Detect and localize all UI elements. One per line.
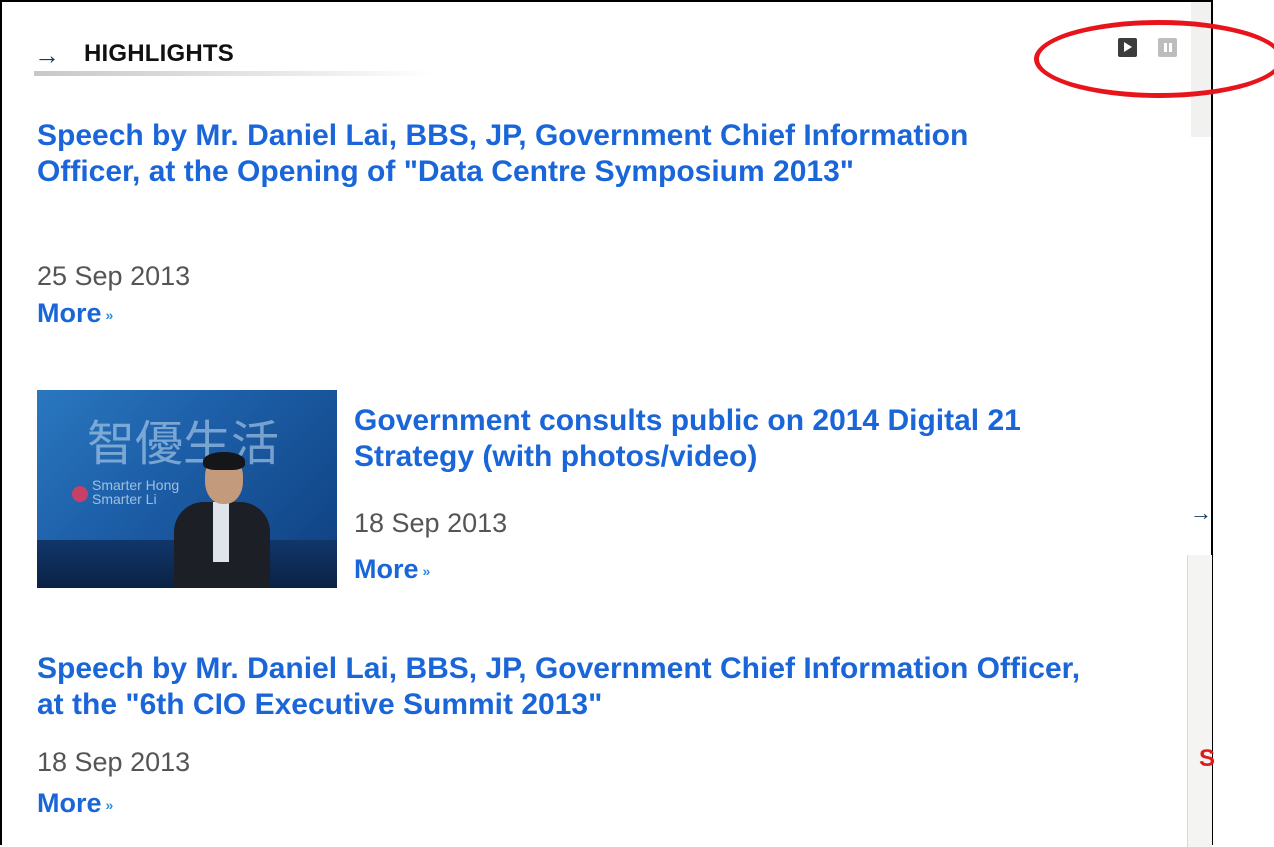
news-item: Government consults public on 2014 Digit…	[354, 403, 1134, 584]
section-title: HIGHLIGHTS	[84, 40, 234, 67]
double-chevron-icon: »	[105, 307, 114, 323]
annotation-ring	[1034, 20, 1274, 98]
news-headline-link[interactable]: Speech by Mr. Daniel Lai, BBS, JP, Gover…	[37, 118, 997, 190]
adjacent-panel-arrow-icon: →	[1190, 500, 1212, 525]
adjacent-panel-bottom	[1187, 555, 1212, 847]
header-underline	[34, 71, 434, 76]
adjacent-panel-letter: S	[1199, 745, 1216, 772]
more-link[interactable]: More»	[37, 298, 113, 330]
double-chevron-icon: »	[422, 563, 431, 579]
right-arrow-icon: →	[34, 40, 60, 70]
news-date: 25 Sep 2013	[37, 261, 191, 291]
news-date: 18 Sep 2013	[354, 508, 508, 538]
thumbnail-chinese-text: 智優生活	[87, 416, 280, 472]
thumbnail-english-text: Smarter Hong Smarter Li	[92, 477, 180, 507]
news-item: Speech by Mr. Daniel Lai, BBS, JP, Gover…	[37, 651, 1137, 818]
section-header: → HIGHLIGHTS	[34, 32, 434, 77]
more-link[interactable]: More»	[354, 554, 430, 586]
more-link[interactable]: More»	[37, 788, 113, 820]
news-item: Speech by Mr. Daniel Lai, BBS, JP, Gover…	[37, 118, 1137, 328]
thumbnail-person-hair	[203, 452, 245, 470]
thumbnail-person-shirt	[213, 502, 229, 562]
news-thumbnail[interactable]: 智優生活 Smarter Hong Smarter Li	[37, 390, 337, 588]
news-headline-link[interactable]: Government consults public on 2014 Digit…	[354, 403, 1134, 475]
more-label[interactable]: More	[37, 298, 102, 328]
thumbnail-dot	[72, 486, 88, 502]
more-label[interactable]: More	[354, 554, 419, 584]
double-chevron-icon: »	[105, 797, 114, 813]
news-headline-link[interactable]: Speech by Mr. Daniel Lai, BBS, JP, Gover…	[37, 651, 1097, 723]
more-label[interactable]: More	[37, 788, 102, 818]
news-date: 18 Sep 2013	[37, 747, 191, 777]
